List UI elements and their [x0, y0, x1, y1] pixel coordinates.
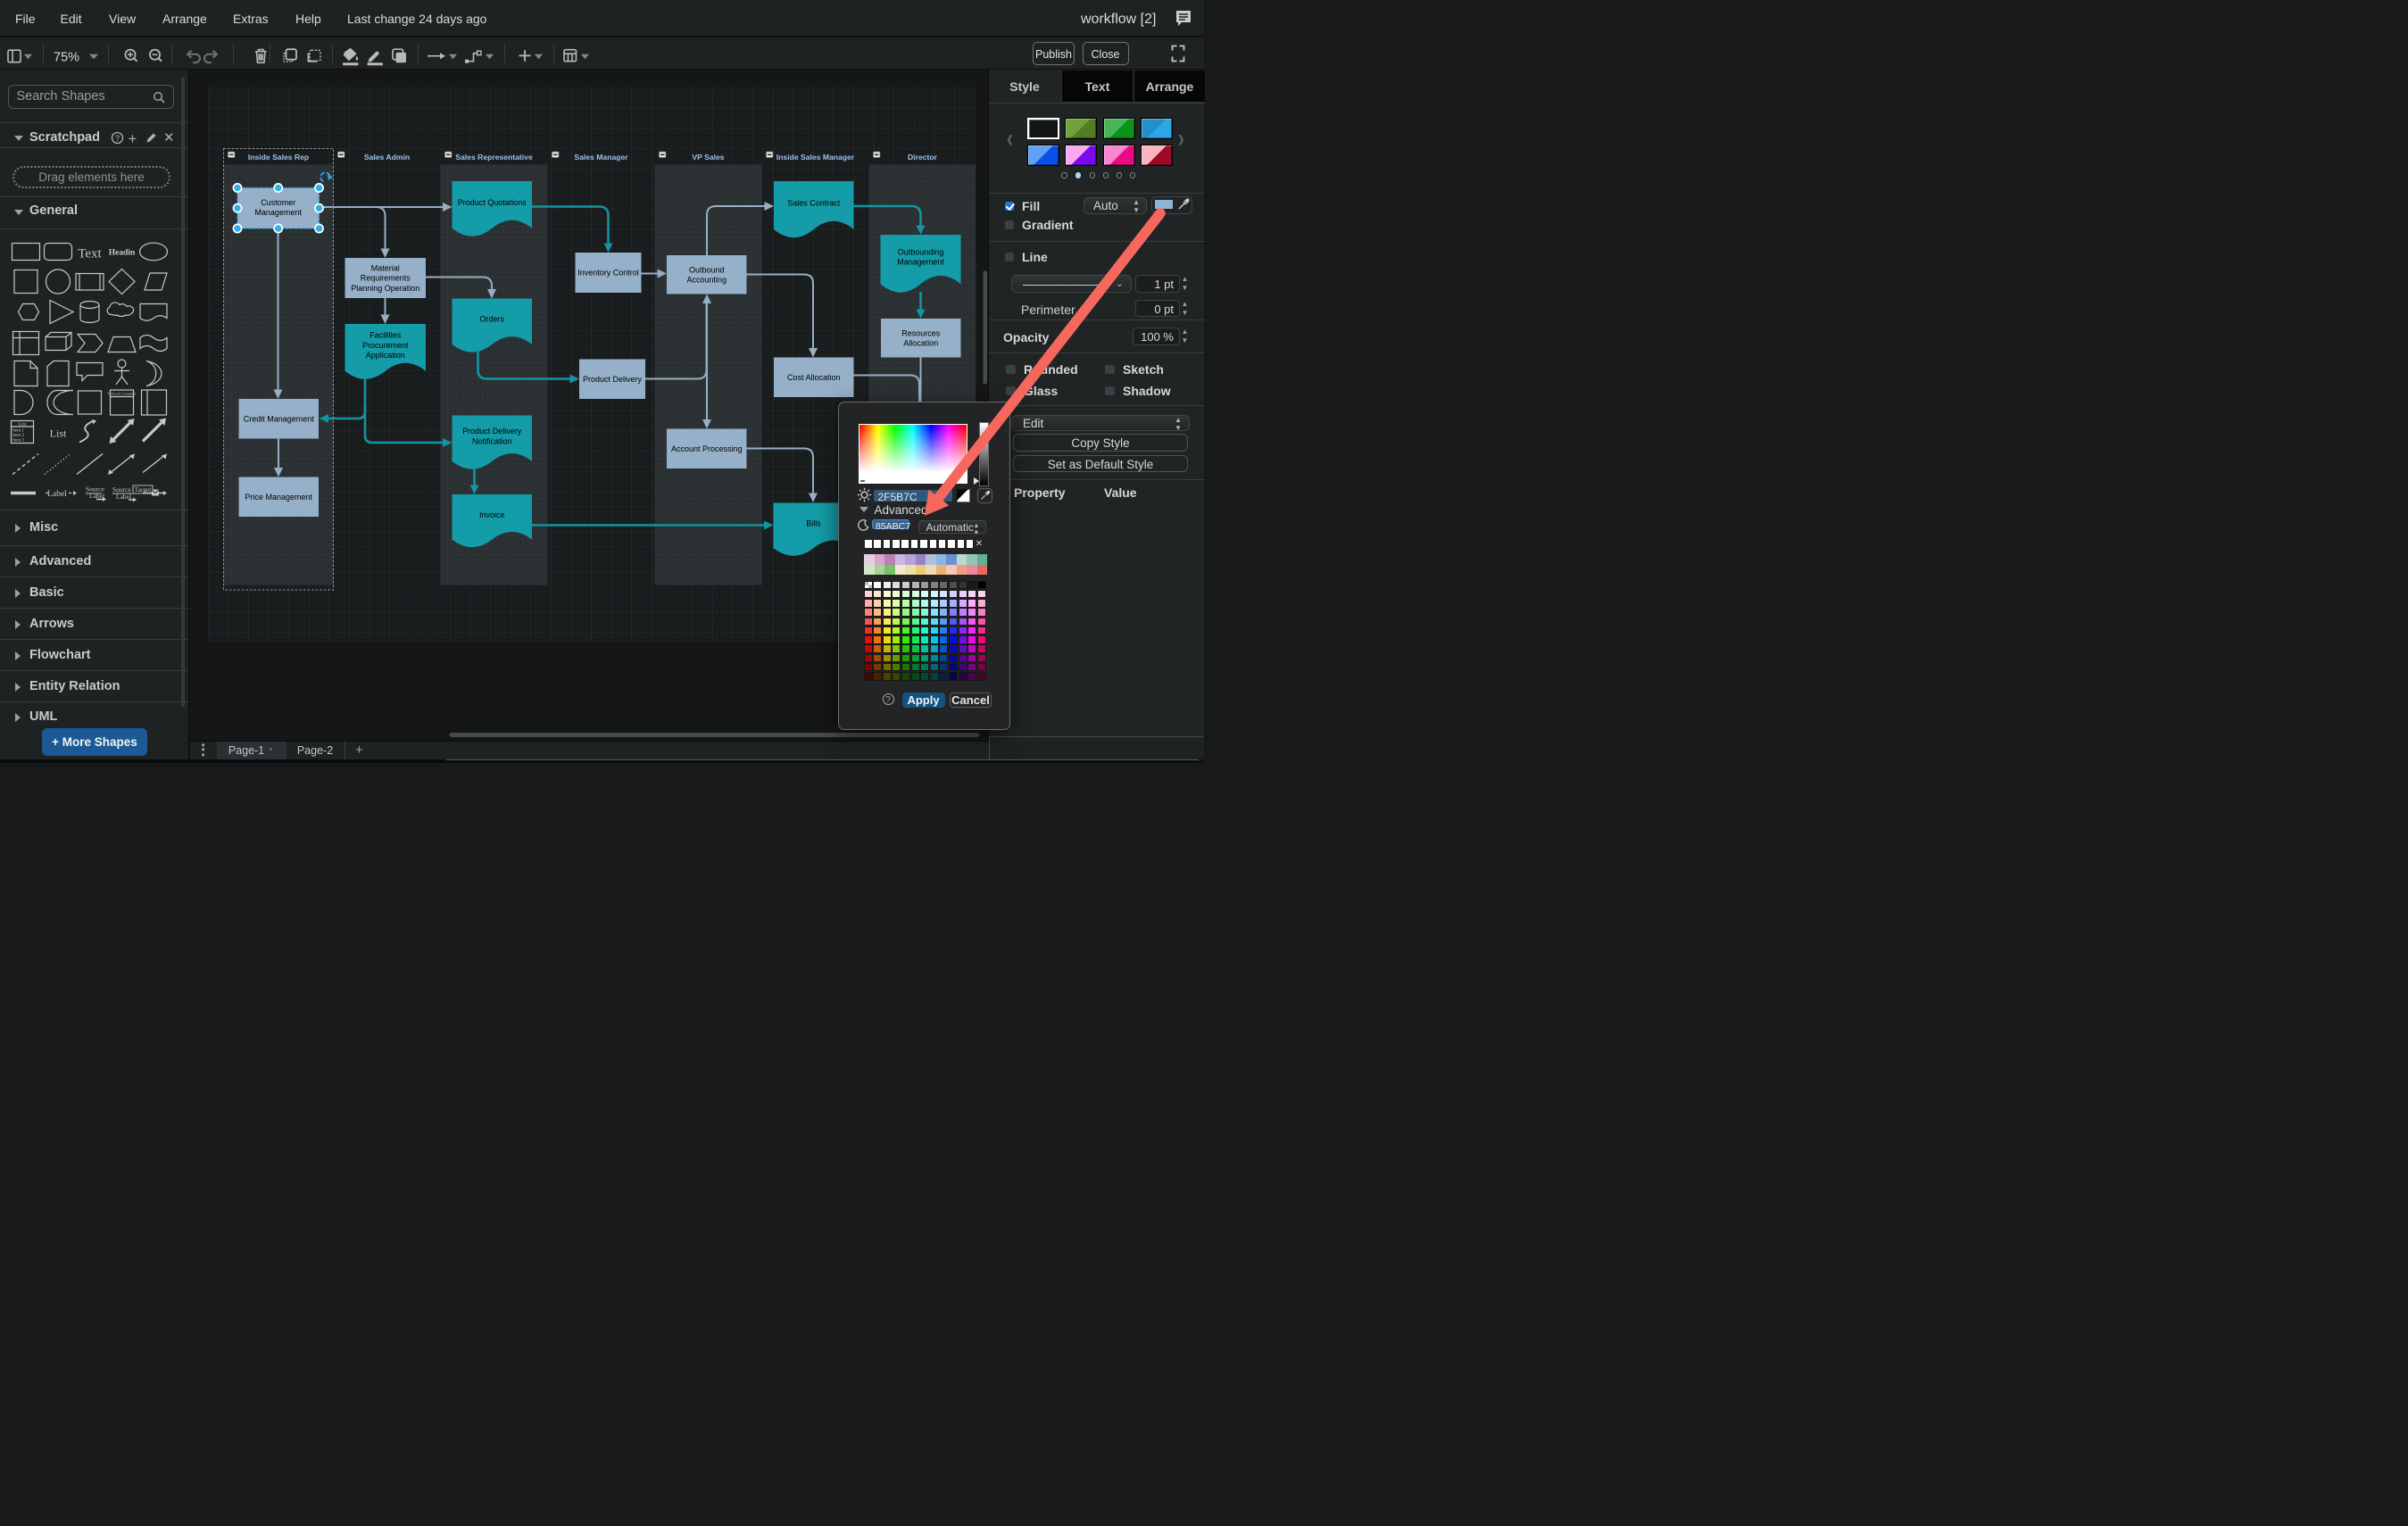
svg-text:Product Quotations: Product Quotations — [457, 197, 527, 206]
svg-text:Price Management: Price Management — [245, 493, 312, 502]
svg-text:Target: Target — [135, 485, 153, 493]
svg-text:Sales Admin: Sales Admin — [363, 152, 409, 161]
svg-text:Material: Material — [370, 263, 399, 272]
svg-text:Label: Label — [47, 490, 67, 499]
svg-text:Inventory Control: Inventory Control — [577, 268, 639, 277]
svg-text:Invoice: Invoice — [478, 510, 504, 518]
svg-text:Item 1: Item 1 — [12, 428, 24, 433]
svg-text:Director: Director — [908, 152, 938, 161]
svg-text:Text: Text — [78, 246, 102, 261]
svg-text:Item 3: Item 3 — [12, 438, 24, 443]
svg-text:List: List — [19, 421, 27, 427]
svg-text:Orders: Orders — [479, 314, 504, 323]
svg-text:Application: Application — [365, 351, 404, 360]
svg-text:Procurement: Procurement — [361, 340, 408, 349]
svg-text:Inside Sales Rep: Inside Sales Rep — [247, 152, 308, 161]
svg-text:Requirements: Requirements — [360, 273, 411, 282]
svg-text:Management: Management — [897, 257, 944, 266]
svg-text:Item 2: Item 2 — [12, 434, 24, 438]
svg-text:Cost Allocation: Cost Allocation — [786, 372, 840, 381]
svg-text:Product Delivery: Product Delivery — [462, 427, 522, 435]
svg-text:Facilities: Facilities — [370, 330, 402, 339]
svg-text:Outbounding: Outbounding — [897, 247, 943, 256]
svg-text:Bills: Bills — [806, 518, 821, 527]
svg-text:Product Delivery: Product Delivery — [582, 374, 642, 383]
svg-text:Customer: Customer — [261, 198, 295, 207]
svg-text:Vertical Container: Vertical Container — [107, 391, 137, 395]
svg-text:Notification: Notification — [471, 436, 511, 445]
svg-text:Resources: Resources — [901, 328, 941, 337]
svg-text:VP Sales: VP Sales — [692, 152, 724, 161]
svg-text:Headin: Headin — [109, 248, 136, 257]
svg-text:Account Processing: Account Processing — [670, 444, 742, 452]
svg-text:Outbound: Outbound — [688, 265, 724, 274]
svg-text:Accounting: Accounting — [686, 275, 727, 284]
svg-text:Label: Label — [89, 492, 104, 500]
svg-text:Inside Sales Manager: Inside Sales Manager — [776, 152, 854, 161]
svg-text:Allocation: Allocation — [903, 338, 938, 347]
svg-text:75%: 75% — [54, 50, 79, 64]
svg-text:Sales Manager: Sales Manager — [574, 152, 628, 161]
svg-text:List: List — [50, 427, 67, 439]
svg-text:Sales Contract: Sales Contract — [787, 198, 841, 207]
svg-text:Management: Management — [254, 208, 302, 217]
svg-text:Credit Management: Credit Management — [243, 414, 314, 423]
svg-text:Planning Operation: Planning Operation — [351, 283, 419, 292]
svg-text:Sales Representative: Sales Representative — [455, 152, 533, 161]
